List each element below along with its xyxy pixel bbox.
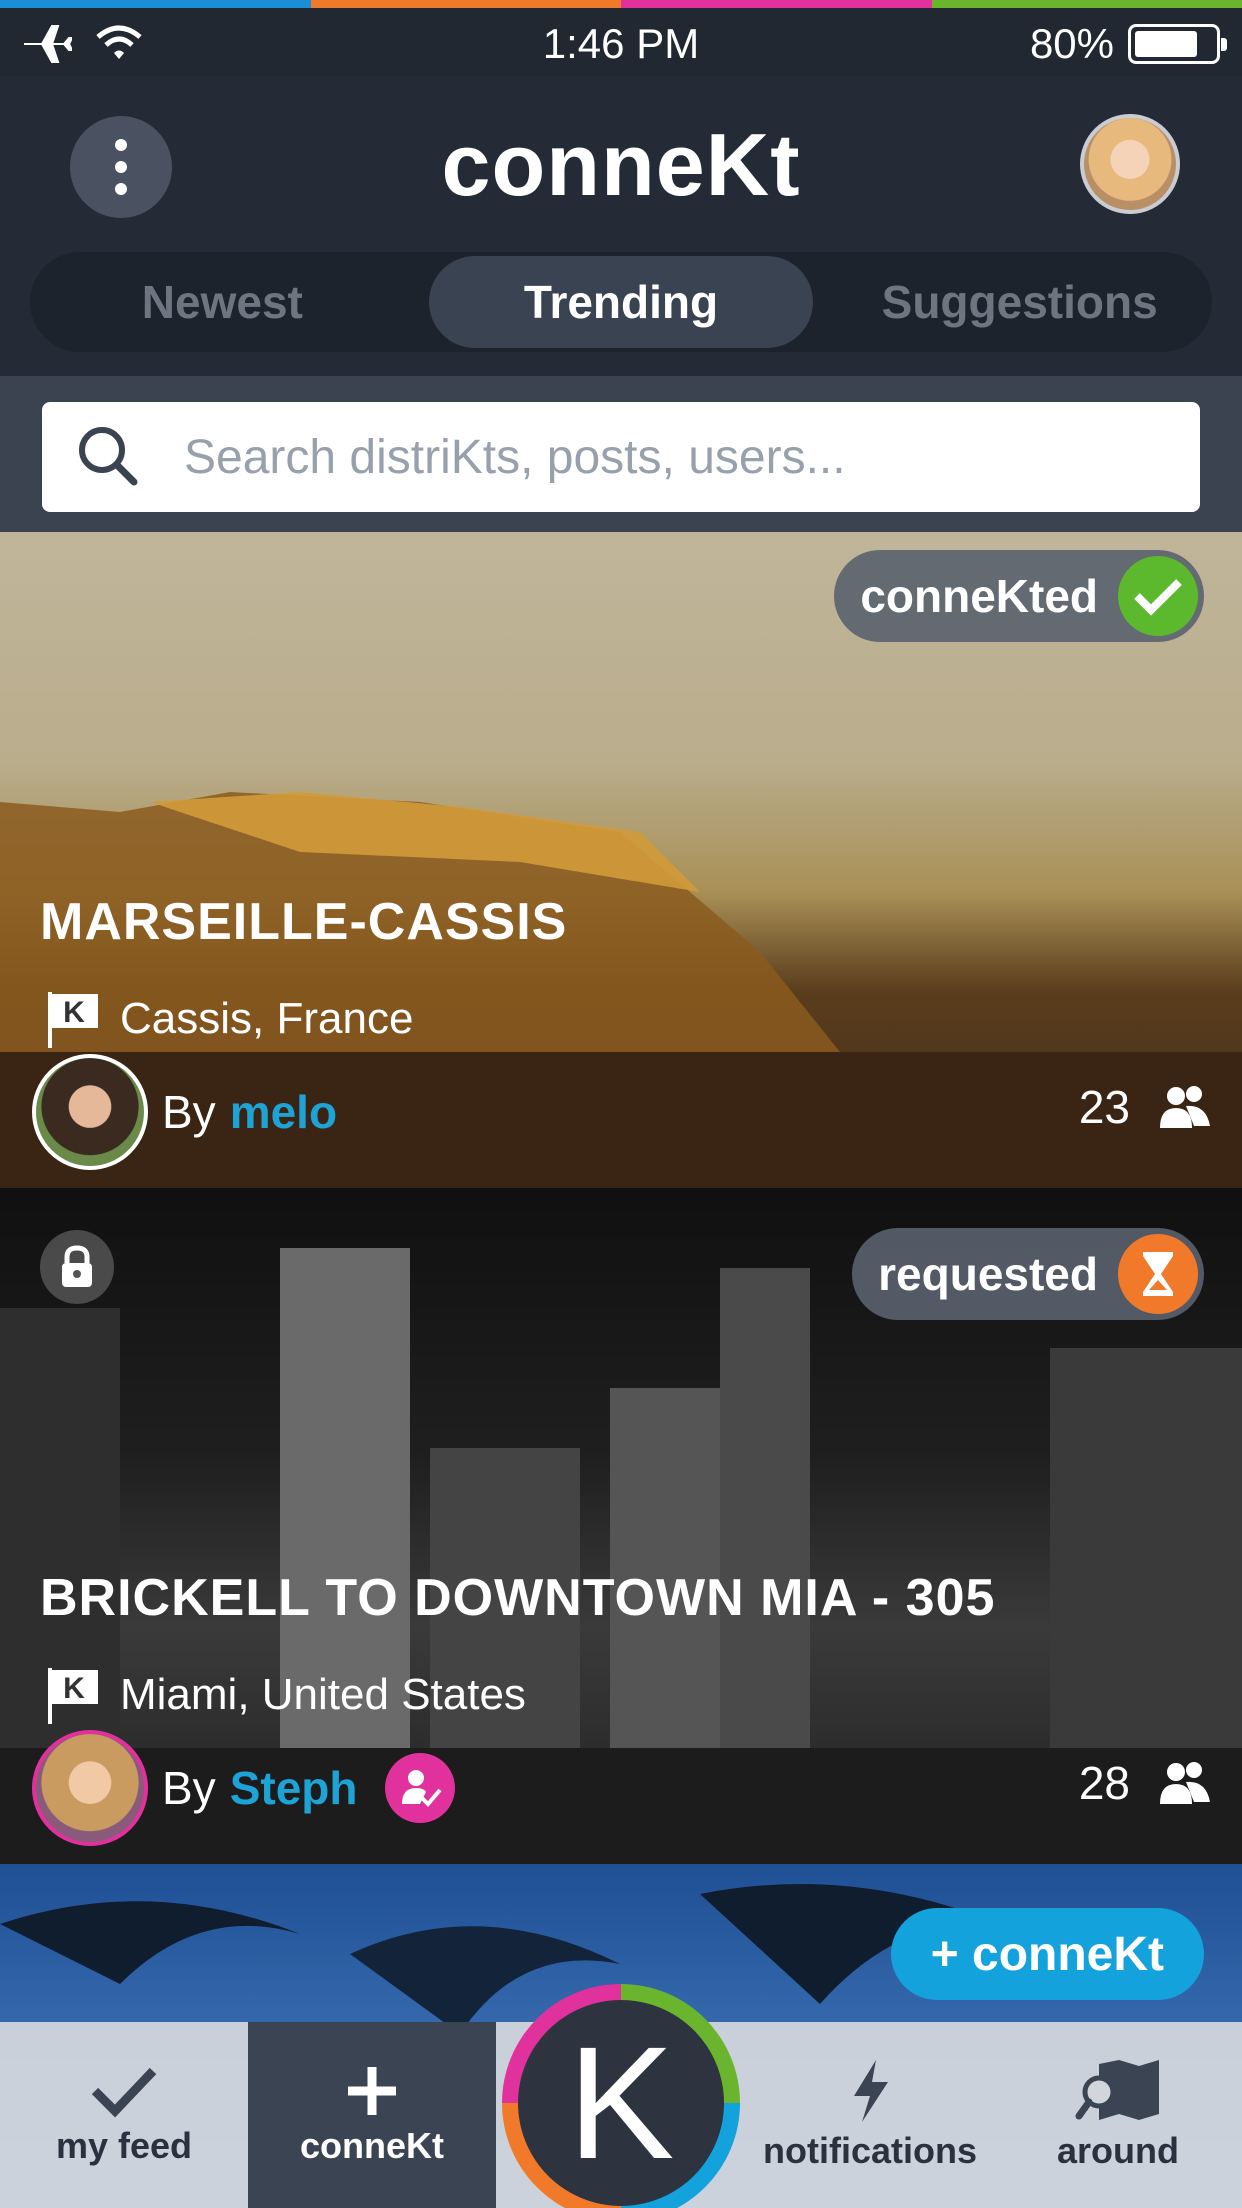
battery-icon [1128,24,1227,64]
author-link[interactable]: Steph [230,1761,358,1815]
tab-suggestions[interactable]: Suggestions [827,256,1212,348]
member-count: 23 [1079,1080,1212,1134]
search-icon [79,427,138,486]
by-label: By [162,1086,216,1138]
tab-notifications[interactable]: notifications [746,2022,994,2208]
search-bar [42,402,1200,512]
district-location: K Cassis, France [44,988,413,1050]
lock-icon [40,1230,114,1304]
tab-connekt[interactable]: conneKt [248,2022,496,2208]
tab-connekt-label: conneKt [300,2125,444,2166]
district-location: K Miami, United States [44,1664,526,1726]
requested-badge[interactable]: requested [852,1228,1204,1320]
connected-label: conneKted [860,570,1098,622]
status-bar: 1:46 PM 80% [0,8,1242,76]
tab-around-label: around [1057,2130,1179,2171]
verified-user-icon [385,1753,456,1823]
k-logo-icon: K [518,2000,724,2206]
tab-around[interactable]: around [994,2022,1242,2208]
plus-icon [348,2067,396,2115]
app-header: conneKt Newest Trending Suggestions [0,76,1242,376]
check-icon [1118,556,1198,636]
by-label: By [162,1762,216,1814]
author-avatar[interactable] [32,1054,148,1170]
lightning-icon [854,2060,888,2122]
requested-label: requested [878,1248,1098,1300]
map-search-icon [1075,2060,1159,2120]
stripe-green [931,0,1242,8]
stripe-orange [310,0,621,8]
svg-text:K: K [63,1672,85,1705]
svg-text:K: K [63,996,85,1029]
author-link[interactable]: melo [230,1085,337,1139]
app-title: conneKt [441,115,801,214]
tab-trending[interactable]: Trending [428,256,814,348]
feed-tabs: Newest Trending Suggestions [30,252,1212,352]
tab-newest[interactable]: Newest [30,256,415,348]
district-author: By Steph [32,1730,456,1846]
tab-my-feed-label: my feed [55,2125,193,2166]
connekt-button[interactable]: + conneKt [890,1908,1204,2000]
search-bar-container [0,376,1242,532]
stripe-blue [0,0,311,8]
district-card[interactable]: conneKted MARSEILLE-CASSIS K Cassis, Fra… [0,532,1242,1188]
status-right: 80% [1029,20,1227,68]
member-count-value: 28 [1078,1757,1130,1809]
location-text: Cassis, France [120,994,414,1043]
district-title: BRICKELL TO DOWNTOWN MIA - 305 [40,1569,996,1627]
district-author: By melo [32,1054,337,1170]
battery-percent: 80% [1029,20,1114,67]
checkmark-icon [91,2067,157,2118]
k-flag-icon: K [48,992,98,1048]
members-icon [1160,1762,1210,1804]
tab-notifications-label: notifications [763,2130,977,2171]
k-flag-icon: K [48,1668,98,1724]
hourglass-icon [1118,1234,1198,1314]
district-title: MARSEILLE-CASSIS [40,893,568,951]
k-home-button[interactable]: K [502,1984,740,2208]
profile-avatar[interactable] [1080,114,1180,214]
search-input[interactable] [184,429,1144,485]
member-count-value: 23 [1078,1081,1130,1133]
connected-badge[interactable]: conneKted [834,550,1204,642]
members-icon [1160,1086,1210,1128]
location-text: Miami, United States [120,1670,526,1719]
member-count: 28 [1079,1756,1212,1810]
author-avatar[interactable] [32,1730,148,1846]
district-card[interactable]: requested BRICKELL TO DOWNTOWN MIA - 305… [0,1188,1242,1864]
tab-my-feed[interactable]: my feed [0,2022,248,2208]
stripe-pink [621,0,932,8]
top-color-stripe [0,0,1242,8]
